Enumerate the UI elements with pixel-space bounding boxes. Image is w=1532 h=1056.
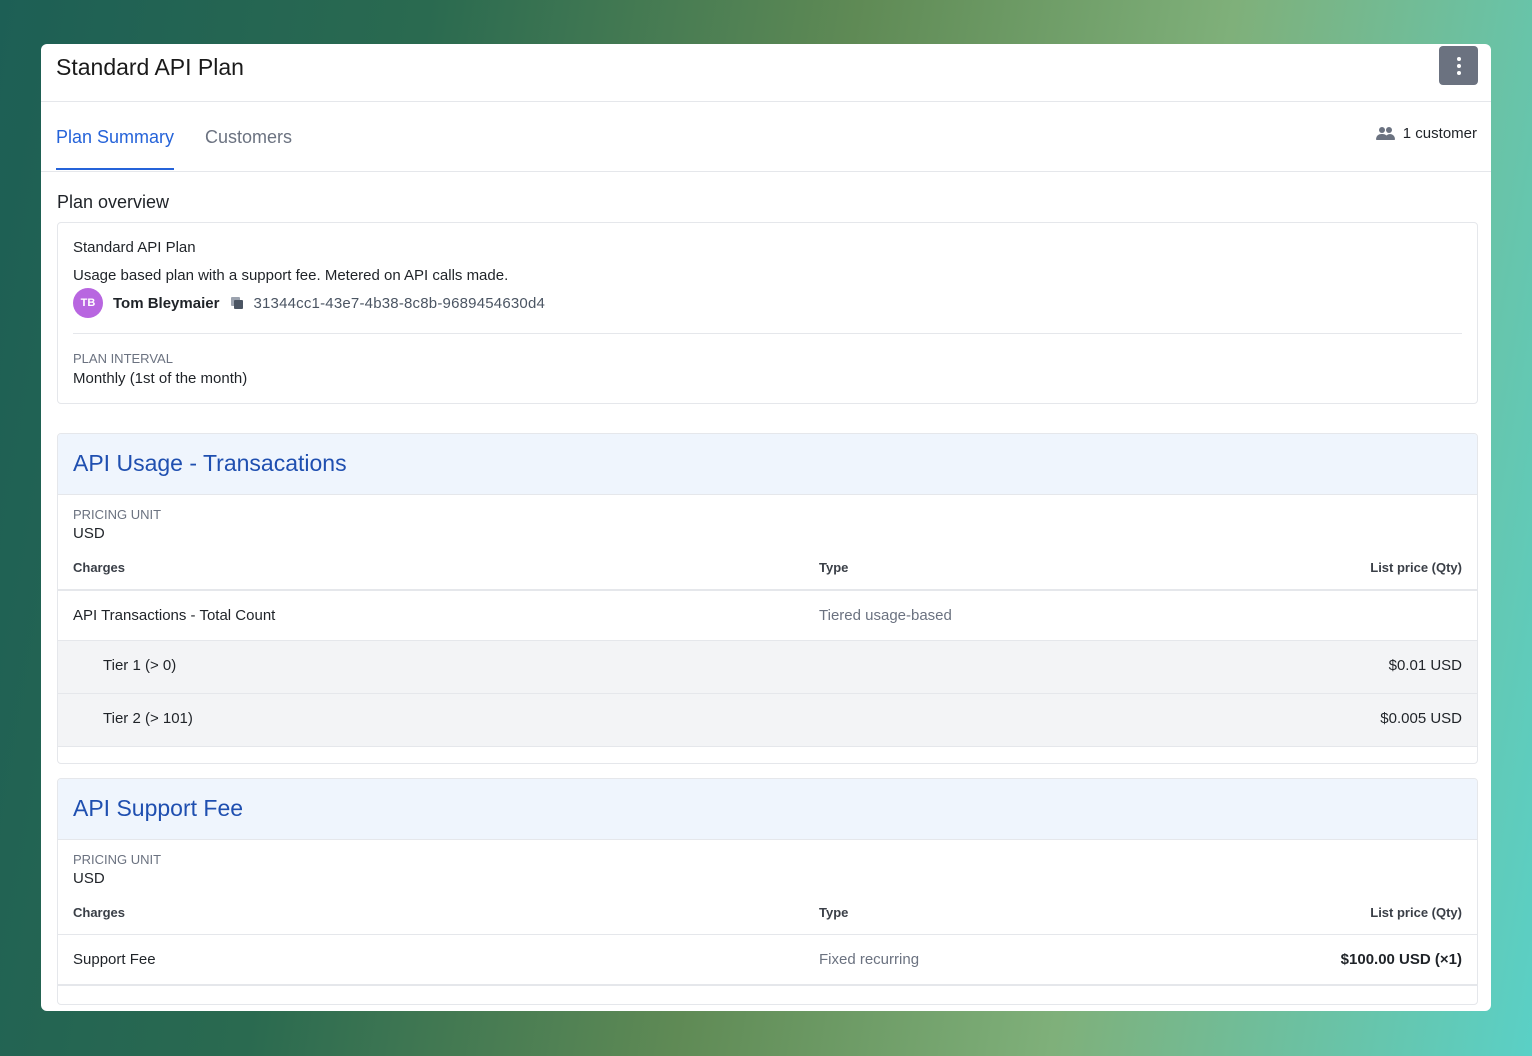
people-icon: [1375, 126, 1395, 141]
price-card-header: API Usage - Transacations: [58, 434, 1477, 495]
tab-plan-summary[interactable]: Plan Summary: [56, 127, 175, 170]
plan-description: Usage based plan with a support fee. Met…: [73, 267, 509, 284]
plan-interval-label: PLAN INTERVAL: [73, 351, 173, 366]
tier-row: Tier 2 (> 101) $0.005 USD: [58, 694, 1477, 747]
column-header-price: List price (Qty): [1370, 560, 1462, 575]
price-card-support-fee: API Support Fee PRICING UNIT USD Charges…: [57, 778, 1478, 1005]
column-header-type: Type: [819, 560, 849, 575]
customer-count: 1 customer: [1375, 125, 1477, 142]
avatar: TB: [73, 288, 103, 318]
price-card-api-usage: API Usage - Transacations PRICING UNIT U…: [57, 433, 1478, 764]
pricing-unit-label: PRICING UNIT: [73, 507, 162, 522]
pricing-unit-value: USD: [73, 870, 105, 887]
column-header-price: List price (Qty): [1370, 905, 1462, 920]
column-header-charges: Charges: [73, 560, 126, 575]
charge-type: Fixed recurring: [819, 951, 920, 968]
pricing-unit-label: PRICING UNIT: [73, 852, 162, 867]
plan-owner: TB Tom Bleymaier 31344cc1-43e7-4b38-8c8b…: [73, 288, 545, 318]
charge-name: API Transactions - Total Count: [73, 607, 276, 624]
copy-icon[interactable]: [231, 297, 244, 309]
column-header-charges: Charges: [73, 905, 126, 920]
charge-type: Tiered usage-based: [819, 607, 952, 624]
tier-name: Tier 2 (> 101): [103, 710, 193, 727]
tier-name: Tier 1 (> 0): [103, 657, 177, 674]
page-header: Standard API Plan: [41, 44, 1491, 102]
price-card-title: API Support Fee: [73, 795, 244, 821]
tab-bar: Plan Summary Customers 1 customer: [41, 102, 1491, 172]
price-card-header: API Support Fee: [58, 779, 1477, 840]
divider: [73, 333, 1462, 334]
tab-customers[interactable]: Customers: [205, 127, 292, 168]
plan-name: Standard API Plan: [73, 239, 196, 256]
plan-id[interactable]: 31344cc1-43e7-4b38-8c8b-9689454630d4: [253, 295, 545, 312]
customer-count-label: 1 customer: [1402, 125, 1477, 142]
column-header-type: Type: [819, 905, 849, 920]
owner-name: Tom Bleymaier: [113, 294, 220, 312]
price-card-title: API Usage - Transacations: [73, 450, 347, 476]
kebab-menu-icon[interactable]: [1439, 46, 1478, 85]
plan-window: Standard API Plan Plan Summary Customers…: [41, 44, 1491, 1011]
page-title: Standard API Plan: [56, 54, 244, 80]
charge-name: Support Fee: [73, 951, 156, 968]
table-row: API Transactions - Total Count Tiered us…: [58, 589, 1477, 641]
tier-price: $0.01 USD: [1388, 657, 1462, 674]
tier-row: Tier 1 (> 0) $0.01 USD: [58, 641, 1477, 694]
table-row: Support Fee Fixed recurring $100.00 USD …: [58, 934, 1477, 986]
plan-overview-card: Standard API Plan Usage based plan with …: [57, 222, 1478, 404]
plan-interval-value: Monthly (1st of the month): [73, 370, 248, 387]
plan-overview-heading: Plan overview: [57, 192, 170, 212]
tier-price: $0.005 USD: [1380, 710, 1462, 727]
charge-price: $100.00 USD (×1): [1340, 951, 1462, 968]
pricing-unit-value: USD: [73, 525, 105, 542]
